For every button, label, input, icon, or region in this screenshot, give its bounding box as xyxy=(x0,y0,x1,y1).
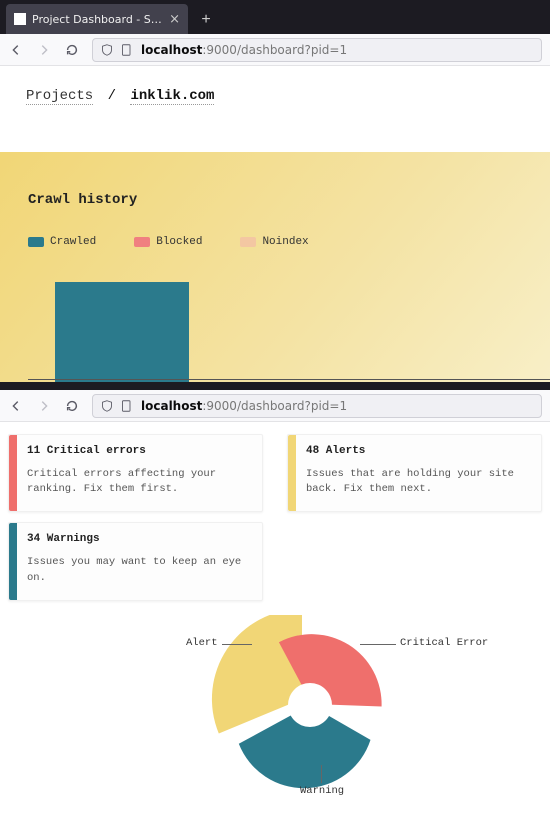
pie-line-alert xyxy=(222,644,252,645)
swatch-blocked xyxy=(134,237,150,247)
browser-tabstrip: Project Dashboard - SEO × + xyxy=(0,0,550,34)
reload-button[interactable] xyxy=(64,42,80,58)
pie-slice-alert xyxy=(212,615,302,734)
back-button[interactable] xyxy=(8,42,24,58)
browser-tab-active[interactable]: Project Dashboard - SEO × xyxy=(6,4,188,34)
page-icon xyxy=(121,44,133,56)
crawl-history-title: Crawl history xyxy=(28,192,522,208)
legend-item-crawled: Crawled xyxy=(28,236,96,248)
crawl-legend: Crawled Blocked Noindex xyxy=(28,236,522,248)
card-alerts[interactable]: 48 Alerts Issues that are holding your s… xyxy=(287,434,542,512)
legend-label-blocked: Blocked xyxy=(156,236,202,248)
pie-hole xyxy=(288,683,332,727)
breadcrumb-sep: / xyxy=(108,88,116,104)
card-alerts-desc: Issues that are holding your site back. … xyxy=(306,467,529,497)
page-icon xyxy=(121,400,133,412)
legend-item-blocked: Blocked xyxy=(134,236,202,248)
browser-toolbar: localhost:9000/dashboard?pid=1 xyxy=(0,34,550,66)
address-bar-2[interactable]: localhost:9000/dashboard?pid=1 xyxy=(92,394,542,418)
page-content: Projects / inklik.com Crawl history Craw… xyxy=(0,66,550,382)
breadcrumb-current: inklik.com xyxy=(130,88,214,105)
issues-pie-chart: Alert Critical Error Warning xyxy=(0,605,550,815)
pie-label-alert: Alert xyxy=(186,637,218,649)
browser2-toolbar: localhost:9000/dashboard?pid=1 xyxy=(0,390,550,422)
new-tab-button[interactable]: + xyxy=(192,6,220,34)
forward-button-2[interactable] xyxy=(36,398,52,414)
tab-favicon xyxy=(14,13,26,25)
pie-label-critical: Critical Error xyxy=(400,637,488,649)
shield-icon xyxy=(101,44,113,56)
stripe-alerts xyxy=(288,435,296,511)
breadcrumb-root-link[interactable]: Projects xyxy=(26,88,93,105)
crawl-history-card: Crawl history Crawled Blocked Noindex xyxy=(0,152,550,382)
reload-button-2[interactable] xyxy=(64,398,80,414)
window2-tabstrip-bg xyxy=(0,382,550,390)
address-bar[interactable]: localhost:9000/dashboard?pid=1 xyxy=(92,38,542,62)
swatch-noindex xyxy=(240,237,256,247)
legend-item-noindex: Noindex xyxy=(240,236,308,248)
tab-close-icon[interactable]: × xyxy=(169,12,180,27)
stripe-critical xyxy=(9,435,17,511)
issue-cards-row-2: 34 Warnings Issues you may want to keep … xyxy=(0,512,550,600)
breadcrumb: Projects / inklik.com xyxy=(0,66,550,104)
issue-cards-row-1: 11 Critical errors Critical errors affec… xyxy=(0,422,550,512)
card-warnings-desc: Issues you may want to keep an eye on. xyxy=(27,555,250,585)
crawl-bar xyxy=(55,282,189,382)
legend-label-crawled: Crawled xyxy=(50,236,96,248)
card-critical-title: 11 Critical errors xyxy=(27,445,250,457)
card-warnings[interactable]: 34 Warnings Issues you may want to keep … xyxy=(8,522,263,600)
crawl-bar-crawled xyxy=(55,282,189,382)
card-critical-errors[interactable]: 11 Critical errors Critical errors affec… xyxy=(8,434,263,512)
shield-icon xyxy=(101,400,113,412)
url-text-2: localhost:9000/dashboard?pid=1 xyxy=(141,399,347,413)
crawl-xaxis xyxy=(28,379,550,380)
pie-line-warning xyxy=(321,765,322,783)
url-text: localhost:9000/dashboard?pid=1 xyxy=(141,43,347,57)
forward-button[interactable] xyxy=(36,42,52,58)
back-button-2[interactable] xyxy=(8,398,24,414)
legend-label-noindex: Noindex xyxy=(262,236,308,248)
pie-label-warning: Warning xyxy=(300,785,344,797)
card-critical-desc: Critical errors affecting your ranking. … xyxy=(27,467,250,497)
card-warnings-title: 34 Warnings xyxy=(27,533,250,545)
stripe-warnings xyxy=(9,523,17,599)
pie-line-critical xyxy=(360,644,396,645)
tab-title: Project Dashboard - SEO xyxy=(32,13,163,26)
card-alerts-title: 48 Alerts xyxy=(306,445,529,457)
swatch-crawled xyxy=(28,237,44,247)
